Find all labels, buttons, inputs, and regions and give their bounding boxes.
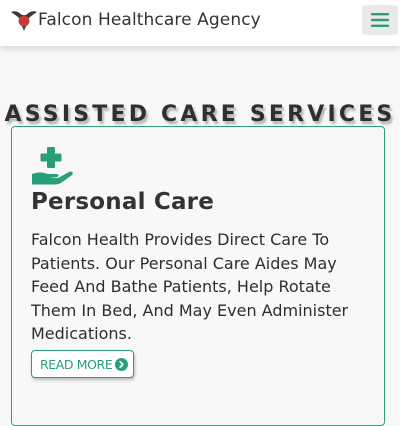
read-more-label: READ MORE (40, 356, 113, 372)
card-description: Falcon Health Provides Direct Care To Pa… (31, 230, 349, 342)
menu-button[interactable] (362, 5, 398, 35)
service-card: Personal Care Falcon Health Provides Dir… (11, 126, 385, 426)
chevron-circle-right-icon (115, 357, 129, 371)
read-more-button[interactable]: READ MORE (31, 350, 135, 378)
brand-name: Falcon Healthcare Agency (38, 10, 261, 30)
site-header: Falcon Healthcare Agency (0, 0, 400, 46)
hand-holding-medical-icon (32, 147, 73, 185)
brand[interactable]: Falcon Healthcare Agency (10, 6, 261, 34)
falcon-logo-icon (11, 11, 37, 31)
card-title: Personal Care (31, 189, 215, 215)
hamburger-menu-icon (371, 13, 389, 27)
section-title: ASSISTED CARE SERVICES (4, 102, 396, 128)
